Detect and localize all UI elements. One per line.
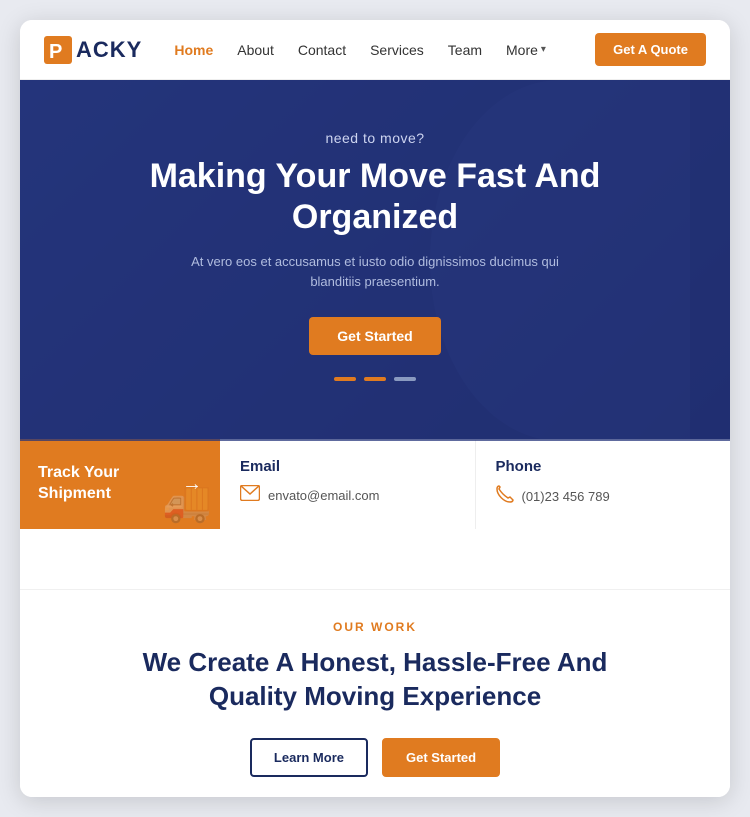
email-card-row: envato@email.com [240,485,455,506]
email-value: envato@email.com [268,488,379,503]
dot-2[interactable] [364,377,386,381]
phone-icon [496,485,514,508]
info-section: Track Your Shipment → 🚚 Email envato@ema… [20,439,730,529]
dot-1[interactable] [334,377,356,381]
track-shipment-label: Track Your Shipment [38,463,174,505]
truck-icon: 🚚 [162,478,212,525]
logo: P ACKY [44,36,142,64]
nav-contact[interactable]: Contact [298,42,346,58]
hero-title: Making Your Move Fast And Organized [80,156,670,238]
hero-section: need to move? Making Your Move Fast And … [20,80,730,441]
hero-description: At vero eos et accusamus et iusto odio d… [175,252,575,294]
get-quote-button[interactable]: Get A Quote [595,33,706,66]
brand-name: ACKY [76,37,142,63]
hero-subtitle: need to move? [80,130,670,146]
gap-section [20,529,730,589]
our-work-title: We Create A Honest, Hassle-Free And Qual… [135,646,615,714]
email-card: Email envato@email.com [220,440,476,529]
nav-home[interactable]: Home [174,42,213,58]
nav-about[interactable]: About [237,42,274,58]
logo-icon: P [44,36,72,64]
chevron-down-icon: ▾ [541,44,546,55]
browser-frame: P ACKY Home About Contact Services Team … [20,20,730,797]
learn-more-button[interactable]: Learn More [250,738,368,777]
hero-content: need to move? Making Your Move Fast And … [80,130,670,381]
phone-card-row: (01)23 456 789 [496,485,711,508]
email-card-title: Email [240,458,455,475]
our-work-section: OUR WORK We Create A Honest, Hassle-Free… [20,589,730,797]
phone-value: (01)23 456 789 [522,489,610,504]
email-icon [240,485,260,506]
get-started-work-button[interactable]: Get Started [382,738,500,777]
nav-links: Home About Contact Services Team More ▾ [174,42,595,58]
navbar: P ACKY Home About Contact Services Team … [20,20,730,80]
track-shipment-card[interactable]: Track Your Shipment → 🚚 [20,439,220,529]
nav-team[interactable]: Team [448,42,482,58]
get-started-button[interactable]: Get Started [309,317,440,355]
nav-services[interactable]: Services [370,42,424,58]
phone-card-title: Phone [496,458,711,475]
nav-more[interactable]: More ▾ [506,42,546,58]
phone-card: Phone (01)23 456 789 [476,440,731,529]
contact-cards: Email envato@email.com Phone [220,439,730,529]
our-work-tag: OUR WORK [60,620,690,634]
svg-text:P: P [49,41,63,63]
dot-3[interactable] [394,377,416,381]
work-buttons: Learn More Get Started [60,738,690,777]
hero-dots [80,377,670,381]
